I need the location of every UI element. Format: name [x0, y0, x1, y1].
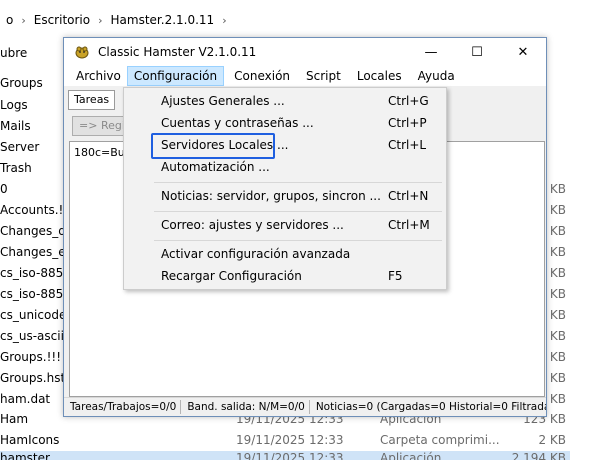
- minimize-button[interactable]: —: [408, 38, 454, 66]
- menu-script[interactable]: Script: [300, 66, 347, 86]
- list-item[interactable]: HamIcons 19/11/2025 12:33 Carpeta comprimi…: [0, 430, 570, 451]
- menu-item-cuentas-contrasenas[interactable]: Cuentas y contraseñas ... Ctrl+P: [124, 112, 446, 134]
- configuracion-dropdown-menu: Ajustes Generales ... Ctrl+G Cuentas y c…: [123, 87, 447, 290]
- breadcrumb-item[interactable]: o: [0, 13, 19, 27]
- menu-configuracion[interactable]: Configuración: [126, 66, 225, 86]
- menu-item-correo[interactable]: Correo: ajustes y servidores ... Ctrl+M: [124, 214, 446, 236]
- chevron-right-icon: ›: [21, 13, 26, 27]
- menu-locales[interactable]: Locales: [351, 66, 408, 86]
- status-tasks: Tareas/Trabajos=0/0: [70, 401, 177, 413]
- chevron-right-icon: ›: [98, 13, 103, 27]
- list-item[interactable]: hamster 19/11/2025 12:33 Aplicación 2.194 K…: [0, 451, 570, 460]
- menu-item-automatizacion[interactable]: Automatización ...: [124, 156, 446, 178]
- status-band: Band. salida: N/M=0/0: [187, 401, 305, 413]
- menu-item-ajustes-generales[interactable]: Ajustes Generales ... Ctrl+G: [124, 90, 446, 112]
- menu-separator: [154, 211, 442, 212]
- maximize-button[interactable]: ☐: [454, 38, 500, 66]
- menu-ayuda[interactable]: Ayuda: [412, 66, 461, 86]
- title-bar[interactable]: Classic Hamster V2.1.0.11 — ☐ ✕: [64, 38, 546, 66]
- menu-conexion[interactable]: Conexión: [228, 66, 296, 86]
- breadcrumb: o › Escritorio › Hamster.2.1.0.11 ›: [0, 6, 611, 34]
- breadcrumb-item[interactable]: Escritorio: [28, 13, 96, 27]
- menu-item-servidores-locales[interactable]: Servidores Locales ... Ctrl+L: [124, 133, 446, 159]
- breadcrumb-item[interactable]: Hamster.2.1.0.11: [105, 13, 221, 27]
- hamster-icon: [75, 46, 89, 59]
- menu-separator: [154, 240, 442, 241]
- explorer-scroll-area: [570, 40, 611, 460]
- menu-item-activar-configuracion-avanzada[interactable]: Activar configuración avanzada: [124, 243, 446, 265]
- close-button[interactable]: ✕: [500, 38, 546, 66]
- status-news: Noticias=0 (Cargadas=0 Historial=0 Filtr…: [315, 401, 546, 413]
- menu-item-noticias[interactable]: Noticias: servidor, grupos, sincron ... …: [124, 185, 446, 207]
- menu-separator: [154, 182, 442, 183]
- menu-item-recargar-configuracion[interactable]: Recargar Configuración F5: [124, 265, 446, 287]
- window-title: Classic Hamster V2.1.0.11: [98, 45, 257, 59]
- menu-archivo[interactable]: Archivo: [70, 66, 127, 86]
- menu-bar: Archivo Configuración Conexión Script Lo…: [64, 66, 546, 86]
- tab-tareas[interactable]: Tareas: [68, 90, 116, 110]
- status-bar: Tareas/Trabajos=0/0 Band. salida: N/M=0/0…: [64, 397, 546, 416]
- chevron-right-icon: ›: [222, 13, 227, 27]
